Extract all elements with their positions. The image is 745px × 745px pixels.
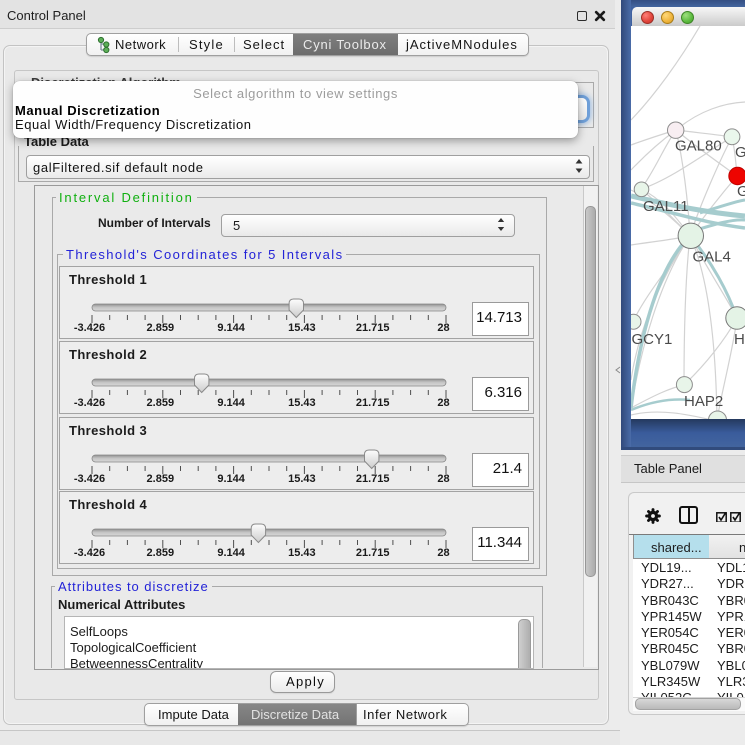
svg-text:GAL11: GAL11 xyxy=(643,198,689,215)
svg-text:9.144: 9.144 xyxy=(217,397,245,409)
svg-text:G: G xyxy=(737,183,745,200)
svg-text:2.859: 2.859 xyxy=(147,547,175,559)
svg-text:9.144: 9.144 xyxy=(217,547,245,559)
svg-text:GAL4: GAL4 xyxy=(693,249,731,266)
svg-text:28: 28 xyxy=(437,473,449,485)
svg-text:2.859: 2.859 xyxy=(147,397,175,409)
svg-text:-3.426: -3.426 xyxy=(74,473,105,485)
svg-text:GA: GA xyxy=(735,144,745,161)
svg-text:GCY1: GCY1 xyxy=(632,331,673,348)
svg-text:9.144: 9.144 xyxy=(217,322,245,334)
svg-text:-3.426: -3.426 xyxy=(74,397,105,409)
svg-text:GAL80: GAL80 xyxy=(675,138,722,155)
svg-text:15.43: 15.43 xyxy=(288,322,316,334)
svg-text:15.43: 15.43 xyxy=(288,397,316,409)
svg-text:21.715: 21.715 xyxy=(356,547,390,559)
svg-text:9.144: 9.144 xyxy=(217,473,245,485)
svg-text:21.715: 21.715 xyxy=(356,473,390,485)
svg-text:28: 28 xyxy=(437,547,449,559)
svg-text:2.859: 2.859 xyxy=(147,473,175,485)
svg-text:2.859: 2.859 xyxy=(147,322,175,334)
svg-text:-3.426: -3.426 xyxy=(74,322,105,334)
svg-text:28: 28 xyxy=(437,322,449,334)
svg-text:28: 28 xyxy=(437,397,449,409)
svg-text:21.715: 21.715 xyxy=(356,322,390,334)
svg-text:HAP2: HAP2 xyxy=(684,393,723,410)
svg-text:-3.426: -3.426 xyxy=(74,547,105,559)
svg-text:21.715: 21.715 xyxy=(356,397,390,409)
svg-text:H: H xyxy=(734,331,745,348)
svg-text:15.43: 15.43 xyxy=(288,547,316,559)
svg-text:15.43: 15.43 xyxy=(288,473,316,485)
